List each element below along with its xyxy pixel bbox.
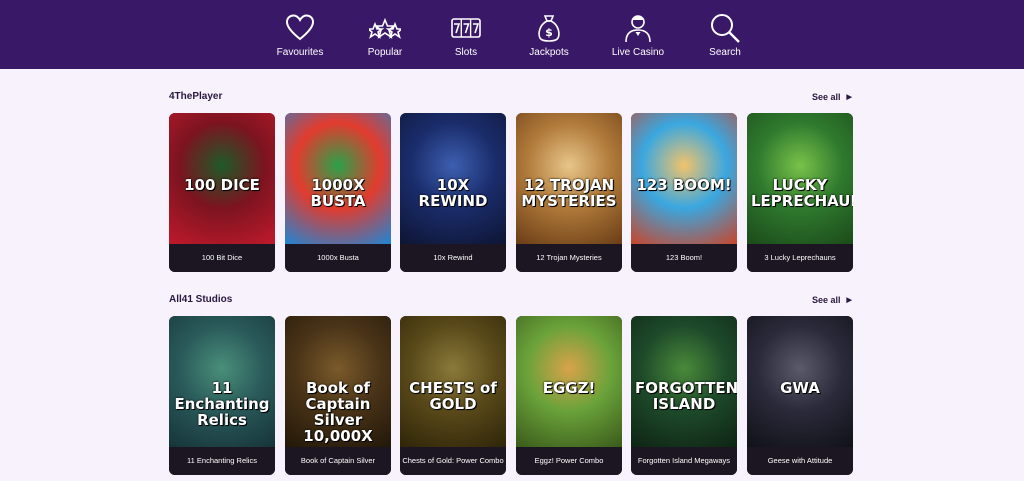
game-title: Chests of Gold: Power Combo (400, 447, 506, 475)
game-title: 12 Trojan Mysteries (516, 244, 622, 272)
game-artwork: 100 DICE (169, 113, 275, 244)
game-tile[interactable]: 123 BOOM! 123 Boom! (631, 113, 737, 272)
chevron-right-icon: ▶ (846, 297, 852, 304)
game-artwork: FORGOTTEN ISLAND (631, 316, 737, 447)
game-title: Book of Captain Silver (285, 447, 391, 475)
game-title: 100 Bit Dice (169, 244, 275, 272)
game-tile[interactable]: 11 Enchanting Relics 11 Enchanting Relics (169, 316, 275, 475)
nav-label: Jackpots (529, 47, 569, 58)
game-artwork: 123 BOOM! (631, 113, 737, 244)
section-title: All41 Studios (169, 294, 233, 305)
game-artwork: 11 Enchanting Relics (169, 316, 275, 447)
game-tile[interactable]: EGGZ! Eggz! Power Combo (516, 316, 622, 475)
chevron-right-icon: ▶ (846, 94, 852, 101)
game-title: Forgotten Island Megaways (631, 447, 737, 475)
game-tile[interactable]: 12 TROJAN MYSTERIES 12 Trojan Mysteries (516, 113, 622, 272)
game-title: 10x Rewind (400, 244, 506, 272)
game-logo: 100 DICE (184, 176, 260, 194)
nav-item-live-casino[interactable]: Live Casino (598, 0, 678, 69)
section-title: 4ThePlayer (169, 91, 223, 102)
see-all-label: See all (812, 92, 841, 102)
nav-item-favourites[interactable]: Favourites (260, 0, 340, 69)
game-artwork: 12 TROJAN MYSTERIES (516, 113, 622, 244)
game-logo: 11 Enchanting Relics (174, 379, 270, 429)
nav-label: Favourites (276, 47, 324, 58)
game-title: 3 Lucky Leprechauns (747, 244, 853, 272)
nav-item-jackpots[interactable]: $ Jackpots (509, 0, 589, 69)
game-logo: GWA (780, 379, 820, 397)
game-logo: 123 BOOM! (636, 176, 732, 194)
top-navigation: Favourites Popular Slots $ Jackpots Live Casi… (0, 0, 1024, 69)
game-artwork: GWA (747, 316, 853, 447)
nav-label: Search (709, 47, 741, 58)
game-tile[interactable]: CHESTS of GOLD Chests of Gold: Power Comb… (400, 316, 506, 475)
see-all-label: See all (812, 295, 841, 305)
nav-label: Popular (367, 47, 403, 58)
nav-item-popular[interactable]: Popular (345, 0, 425, 69)
game-tile[interactable]: 100 DICE 100 Bit Dice (169, 113, 275, 272)
game-title: Geese with Attitude (747, 447, 853, 475)
game-artwork: 10X REWIND (400, 113, 506, 244)
nav-label: Slots (454, 47, 478, 58)
game-artwork: Book of Captain Silver 10,000X (285, 316, 391, 447)
game-logo: 12 TROJAN MYSTERIES (521, 176, 617, 210)
game-logo: 10X REWIND (418, 176, 488, 210)
nav-label: Live Casino (611, 47, 665, 58)
game-title: 1000x Busta (285, 244, 391, 272)
heart-icon (284, 12, 316, 44)
game-logo: EGGZ! (542, 379, 596, 397)
svg-text:$: $ (545, 26, 553, 39)
game-tile[interactable]: LUCKY LEPRECHAUNS 3 Lucky Leprechauns (747, 113, 853, 272)
game-tile[interactable]: 10X REWIND 10x Rewind (400, 113, 506, 272)
game-logo: FORGOTTEN ISLAND (635, 379, 737, 413)
game-tile[interactable]: GWA Geese with Attitude (747, 316, 853, 475)
see-all-link[interactable]: See all ▶ (812, 295, 852, 305)
game-artwork: CHESTS of GOLD (400, 316, 506, 447)
see-all-link[interactable]: See all ▶ (812, 92, 852, 102)
game-logo: Book of Captain Silver 10,000X (303, 379, 373, 445)
game-title: 123 Boom! (631, 244, 737, 272)
nav-item-search[interactable]: Search (685, 0, 765, 69)
game-artwork: LUCKY LEPRECHAUNS (747, 113, 853, 244)
game-artwork: 1000X BUSTA (285, 113, 391, 244)
dealer-icon (622, 12, 654, 44)
money-bag-icon: $ (533, 12, 565, 44)
search-icon (709, 12, 741, 44)
game-title: 11 Enchanting Relics (169, 447, 275, 475)
game-tile[interactable]: Book of Captain Silver 10,000X Book of Ca… (285, 316, 391, 475)
game-logo: 1000X BUSTA (310, 176, 366, 210)
game-title: Eggz! Power Combo (516, 447, 622, 475)
game-artwork: EGGZ! (516, 316, 622, 447)
slots-777-icon (450, 12, 482, 44)
game-logo: LUCKY LEPRECHAUNS (751, 176, 853, 210)
game-logo: CHESTS of GOLD (409, 379, 497, 413)
nav-item-slots[interactable]: Slots (426, 0, 506, 69)
game-tile[interactable]: FORGOTTEN ISLAND Forgotten Island Megaway… (631, 316, 737, 475)
game-tile[interactable]: 1000X BUSTA 1000x Busta (285, 113, 391, 272)
stars-icon (369, 12, 401, 44)
